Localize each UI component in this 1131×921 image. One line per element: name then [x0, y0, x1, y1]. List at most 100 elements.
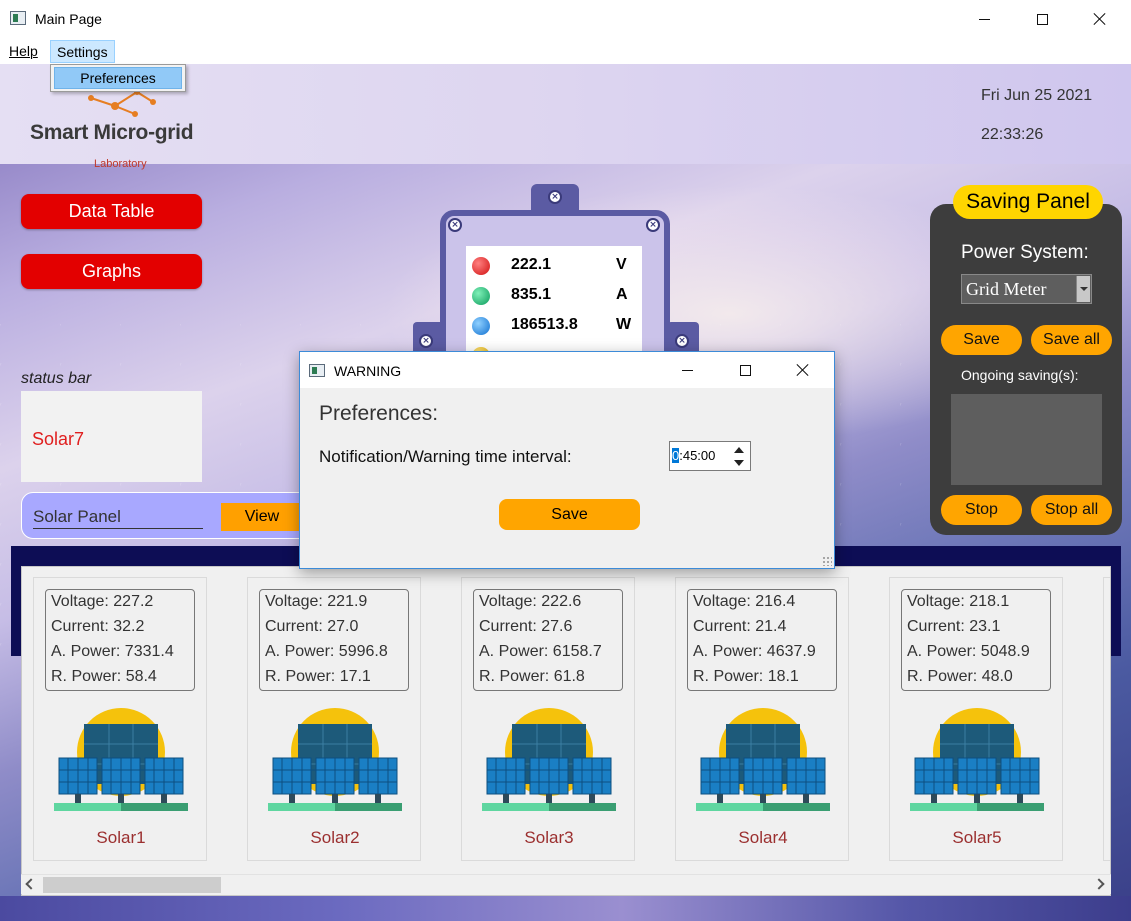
solar-voltage: Voltage: 216.4 — [693, 593, 796, 610]
solar-cards-scroll-area: Voltage: 227.2 Current: 32.2 A. Power: 7… — [21, 566, 1111, 896]
solar-readings-box: Voltage: 216.4 Current: 21.4 A. Power: 4… — [687, 589, 837, 691]
solar-voltage: Voltage: 218.1 — [907, 593, 1010, 610]
menu-item-preferences[interactable]: Preferences — [54, 67, 182, 89]
solar-card[interactable]: Voltage: 218.1 Current: 23.1 A. Power: 5… — [889, 577, 1063, 861]
solar-panel-bar: Solar Panel View — [21, 492, 311, 539]
dialog-close-button[interactable] — [774, 352, 832, 388]
solar-apparent-power: A. Power: 4637.9 — [693, 643, 816, 660]
maximize-icon — [1036, 13, 1048, 25]
screw-icon: × — [548, 190, 562, 204]
save-button[interactable]: Save — [941, 325, 1022, 355]
current-time: 22:33:26 — [981, 126, 1044, 143]
red-led-icon — [472, 257, 490, 275]
status-value: Solar7 — [32, 429, 85, 449]
close-button[interactable] — [1071, 0, 1129, 38]
background-bottom-band — [0, 896, 1131, 921]
close-icon — [1093, 12, 1107, 26]
ongoing-savings-label: Ongoing saving(s): — [961, 367, 1079, 383]
dialog-title-bar: WARNING — [300, 352, 834, 388]
interval-time-spinbox[interactable]: 0:45:00 — [669, 441, 751, 471]
solar-card[interactable]: Voltage: 227.2 Current: 32.2 A. Power: 7… — [33, 577, 207, 861]
spin-down-icon[interactable] — [730, 457, 748, 470]
maximize-button[interactable] — [1013, 0, 1071, 38]
solar-apparent-power: A. Power: 5048.9 — [907, 643, 1030, 660]
solar-reactive-power: R. Power: 48.0 — [907, 668, 1013, 685]
solar-current: Current: 23.1 — [907, 618, 1001, 635]
spin-up-icon[interactable] — [730, 443, 748, 456]
window-title: Main Page — [35, 11, 102, 27]
minimize-button[interactable] — [955, 0, 1013, 38]
menu-settings[interactable]: Settings — [50, 40, 115, 63]
dialog-app-icon — [309, 364, 325, 377]
logo: Smart Micro-grid Laboratory — [30, 84, 230, 170]
solar-card[interactable]: Voltage: 216.4 Current: 21.4 A. Power: 4… — [675, 577, 849, 861]
horizontal-scrollbar[interactable] — [21, 874, 1111, 894]
meter-unit: V — [616, 256, 627, 273]
solar-panel-icon — [696, 708, 830, 816]
solar-readings-box: Voltage: 218.1 Current: 23.1 A. Power: 5… — [901, 589, 1051, 691]
chevron-down-icon[interactable] — [1076, 276, 1090, 302]
meter-reading-current: 835.1 A — [466, 281, 642, 309]
solar-readings-box: Voltage: 227.2 Current: 32.2 A. Power: 7… — [45, 589, 195, 691]
save-all-button[interactable]: Save all — [1031, 325, 1112, 355]
solar-card[interactable]: Voltage: 221.9 Current: 27.0 A. Power: 5… — [247, 577, 421, 861]
meter-value: 835.1 — [511, 286, 552, 303]
solar-name: Solar4 — [738, 828, 788, 847]
stop-all-button[interactable]: Stop all — [1031, 495, 1112, 525]
power-system-select[interactable]: Grid Meter — [961, 274, 1092, 304]
dialog-heading: Preferences: — [319, 402, 439, 425]
interval-label: Notification/Warning time interval: — [319, 447, 572, 466]
solar-card[interactable]: Voltage: 222.6 Current: 27.6 A. Power: 6… — [461, 577, 635, 861]
solar-name: Solar2 — [310, 828, 360, 847]
status-bar-label: status bar — [21, 370, 92, 387]
solar-reactive-power: R. Power: 17.1 — [265, 668, 371, 685]
solar-card-partial — [1103, 577, 1110, 861]
screw-icon: × — [675, 334, 689, 348]
scroll-right-icon[interactable] — [1095, 879, 1105, 891]
scrollbar-thumb[interactable] — [43, 877, 221, 893]
solar-voltage: Voltage: 227.2 — [51, 593, 154, 610]
warning-dialog: WARNING Preferences: Notification/Warnin… — [299, 351, 835, 569]
logo-title: Smart Micro-grid — [30, 121, 194, 144]
resize-grip-icon[interactable] — [822, 556, 832, 566]
interval-time-value[interactable]: 0:45:00 — [672, 448, 715, 463]
graphs-button[interactable]: Graphs — [21, 254, 202, 289]
app-icon — [10, 11, 26, 25]
solar-panel-icon — [910, 708, 1044, 816]
meter-value: 186513.8 — [511, 316, 578, 333]
solar-voltage: Voltage: 222.6 — [479, 593, 582, 610]
title-bar: Main Page — [0, 0, 1131, 38]
dialog-save-button[interactable]: Save — [499, 499, 640, 530]
meter-value: 222.1 — [511, 256, 552, 273]
meter-reading-power: 186513.8 W — [466, 311, 642, 339]
solar-name: Solar1 — [96, 828, 146, 847]
saving-panel-title: Saving Panel — [953, 185, 1103, 219]
solar-current: Current: 27.6 — [479, 618, 573, 635]
solar-apparent-power: A. Power: 6158.7 — [479, 643, 602, 660]
solar-voltage: Voltage: 221.9 — [265, 593, 368, 610]
stop-button[interactable]: Stop — [941, 495, 1022, 525]
current-date: Fri Jun 25 2021 — [981, 87, 1093, 104]
interval-rest: :45:00 — [679, 448, 716, 463]
solar-panel-icon — [482, 708, 616, 816]
menu-help-label: Help — [9, 43, 38, 59]
solar-apparent-power: A. Power: 5996.8 — [265, 643, 388, 660]
dialog-maximize-button[interactable] — [716, 352, 774, 388]
scroll-left-icon[interactable] — [25, 879, 35, 891]
dialog-minimize-button[interactable] — [658, 352, 716, 388]
view-button[interactable]: View — [221, 503, 303, 531]
data-table-button[interactable]: Data Table — [21, 194, 202, 229]
screw-icon: × — [448, 218, 462, 232]
menu-help[interactable]: Help — [3, 40, 44, 63]
solar-reactive-power: R. Power: 58.4 — [51, 668, 157, 685]
menu-settings-label: Settings — [57, 44, 108, 60]
maximize-icon — [739, 364, 751, 376]
minimize-icon — [681, 369, 693, 371]
screw-icon: × — [646, 218, 660, 232]
close-icon — [796, 363, 810, 377]
ongoing-savings-list — [951, 394, 1102, 485]
logo-subtitle: Laboratory — [94, 158, 147, 170]
meter-unit: A — [616, 286, 628, 303]
screw-icon: × — [419, 334, 433, 348]
solar-panel-icon — [268, 708, 402, 816]
